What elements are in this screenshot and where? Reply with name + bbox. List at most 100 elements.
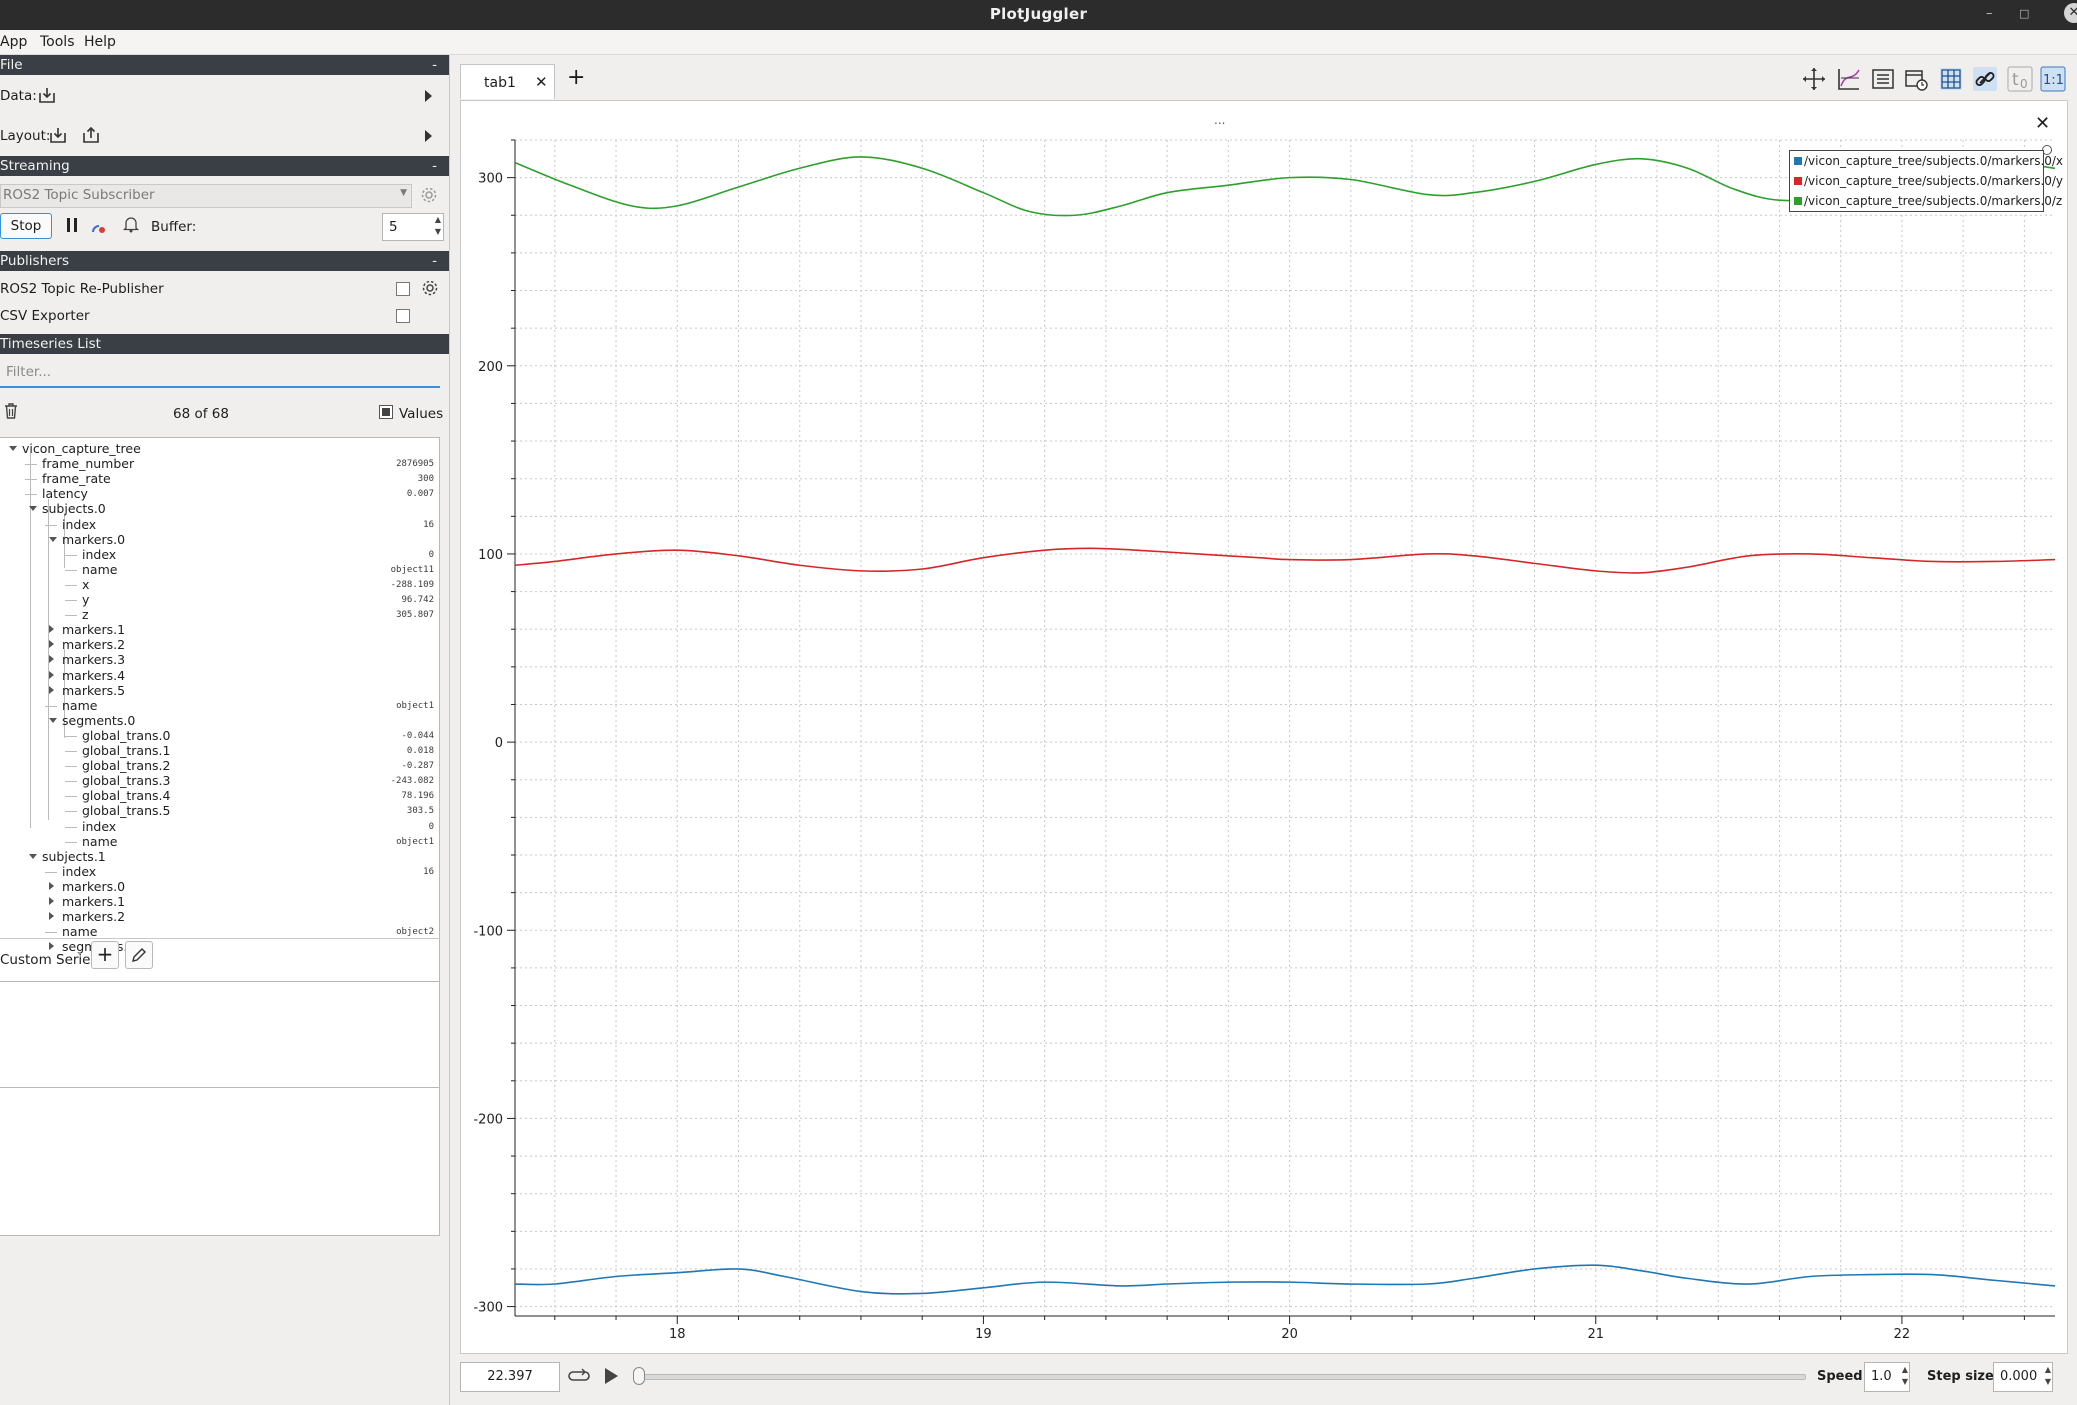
- speed-spinbox[interactable]: 1.0 ▲ ▼: [1864, 1362, 1910, 1392]
- tree-expand-icon[interactable]: [49, 912, 54, 921]
- tree-item[interactable]: markers.5: [62, 683, 125, 698]
- tree-expand-icon[interactable]: [49, 717, 57, 723]
- tree-item[interactable]: markers.1: [62, 622, 125, 637]
- tree-item[interactable]: name: [82, 834, 117, 849]
- tree-expand-icon[interactable]: [49, 536, 57, 542]
- legend-item-y[interactable]: /vicon_capture_tree/subjects.0/markers.0…: [1794, 174, 2063, 188]
- legend-item-z[interactable]: /vicon_capture_tree/subjects.0/markers.0…: [1794, 194, 2062, 208]
- tab-tab1[interactable]: tab1 ✕: [460, 64, 555, 99]
- add-custom-series-button[interactable]: +: [91, 941, 119, 969]
- minimize-icon[interactable]: –: [1986, 6, 1993, 21]
- publisher-csv-checkbox[interactable]: [396, 309, 410, 323]
- tree-item[interactable]: latency: [42, 486, 88, 501]
- tree-item[interactable]: global_trans.3: [82, 773, 170, 788]
- step-size-spinbox[interactable]: 0.000 ▲ ▼: [1993, 1362, 2053, 1392]
- ratio-1to1-icon[interactable]: 1:1: [2040, 66, 2066, 92]
- menu-help[interactable]: Help: [84, 34, 116, 50]
- tree-expand-icon[interactable]: [49, 897, 54, 905]
- tree-item[interactable]: markers.2: [62, 637, 125, 652]
- tree-item[interactable]: index: [62, 517, 96, 532]
- grid-icon[interactable]: [1938, 66, 1964, 92]
- load-layout-icon[interactable]: [49, 126, 67, 144]
- tree-expand-icon[interactable]: [29, 853, 37, 859]
- tree-item[interactable]: vicon_capture_tree: [22, 441, 141, 456]
- tree-item[interactable]: index: [62, 864, 96, 879]
- data-expand-arrow-icon[interactable]: [425, 90, 432, 102]
- trash-icon[interactable]: [2, 402, 20, 420]
- section-timeseries[interactable]: Timeseries List: [0, 334, 449, 354]
- tree-expand-icon[interactable]: [49, 655, 54, 664]
- tree-item[interactable]: markers.3: [62, 652, 125, 667]
- calendar-clock-icon[interactable]: [1903, 66, 1929, 92]
- series-line-x[interactable]: [514, 1264, 2056, 1295]
- tree-item[interactable]: segments.0: [62, 713, 135, 728]
- tree-expand-icon[interactable]: [49, 685, 54, 694]
- edit-custom-series-button[interactable]: [125, 941, 153, 969]
- tree-item[interactable]: z: [82, 607, 89, 622]
- tree-item[interactable]: name: [62, 924, 97, 939]
- tree-expand-icon[interactable]: [49, 625, 54, 634]
- tree-item[interactable]: global_trans.5: [82, 803, 170, 818]
- publisher-ros2-checkbox[interactable]: [396, 282, 410, 296]
- tree-item[interactable]: markers.1: [62, 894, 125, 909]
- streaming-settings-gear-icon[interactable]: [420, 186, 438, 204]
- loop-icon[interactable]: [567, 1366, 591, 1386]
- section-publishers[interactable]: Publishers -: [0, 251, 449, 271]
- series-line-y[interactable]: [514, 547, 2056, 574]
- save-layout-icon[interactable]: [82, 126, 100, 144]
- tree-item[interactable]: markers.0: [62, 879, 125, 894]
- zoom-out-axes-icon[interactable]: [1836, 66, 1862, 92]
- menu-app[interactable]: App: [0, 34, 27, 50]
- tree-item[interactable]: y: [82, 592, 89, 607]
- pause-icon[interactable]: [63, 216, 81, 234]
- maximize-icon[interactable]: □: [2019, 7, 2029, 20]
- legend-item-x[interactable]: /vicon_capture_tree/subjects.0/markers.0…: [1794, 154, 2063, 168]
- panel-splitter[interactable]: [449, 55, 450, 1405]
- line-chart[interactable]: 18 19 20 21 22 300 200 100 0 -100 -200 -300: [460, 100, 2066, 1352]
- tree-item[interactable]: index: [82, 819, 116, 834]
- play-icon[interactable]: [602, 1366, 620, 1386]
- tree-item[interactable]: global_trans.0: [82, 728, 170, 743]
- link-icon[interactable]: [1972, 66, 1998, 92]
- tree-expand-icon[interactable]: [9, 446, 17, 451]
- tree-item[interactable]: name: [82, 562, 117, 577]
- publisher-settings-gear-icon[interactable]: [421, 279, 439, 297]
- filter-input[interactable]: Filter...: [0, 359, 440, 388]
- buffer-spinbox[interactable]: 5 ▲ ▼: [382, 213, 444, 241]
- time-slider[interactable]: [633, 1374, 1806, 1380]
- tree-expand-icon[interactable]: [49, 670, 54, 679]
- time-slider-handle[interactable]: [633, 1367, 645, 1385]
- close-window-icon[interactable]: ✕: [2064, 3, 2077, 23]
- values-checkbox[interactable]: [379, 405, 393, 419]
- tab-close-icon[interactable]: ✕: [535, 73, 548, 91]
- tree-item[interactable]: subjects.1: [42, 849, 106, 864]
- add-tab-icon[interactable]: +: [567, 67, 585, 89]
- tree-expand-icon[interactable]: [49, 881, 54, 890]
- tree-expand-icon[interactable]: [49, 640, 54, 649]
- tree-item[interactable]: global_trans.4: [82, 788, 170, 803]
- tree-expand-icon[interactable]: [29, 506, 37, 512]
- time-field[interactable]: 22.397: [460, 1362, 560, 1392]
- tree-item[interactable]: frame_rate: [42, 471, 111, 486]
- section-file[interactable]: File -: [0, 55, 449, 75]
- time-offset-icon[interactable]: t0: [2007, 66, 2033, 92]
- tree-item[interactable]: global_trans.2: [82, 758, 170, 773]
- streaming-source-select[interactable]: ROS2 Topic Subscriber ▼: [0, 184, 412, 208]
- timeseries-tree[interactable]: vicon_capture_tree frame_number 2876905 fra…: [0, 437, 440, 1236]
- tree-item[interactable]: frame_number: [42, 456, 134, 471]
- bell-icon[interactable]: [122, 215, 140, 233]
- tree-item[interactable]: name: [62, 698, 97, 713]
- tree-item[interactable]: index: [82, 547, 116, 562]
- custom-series-list[interactable]: [0, 981, 440, 1088]
- tree-item[interactable]: markers.2: [62, 909, 125, 924]
- tree-item[interactable]: markers.0: [62, 532, 125, 547]
- tree-expand-icon[interactable]: [49, 942, 54, 951]
- tree-item[interactable]: global_trans.1: [82, 743, 170, 758]
- move-arrows-icon[interactable]: [1801, 66, 1827, 92]
- tree-item[interactable]: subjects.0: [42, 501, 106, 516]
- section-streaming[interactable]: Streaming -: [0, 156, 449, 176]
- load-data-icon[interactable]: [38, 86, 56, 104]
- layout-expand-arrow-icon[interactable]: [425, 130, 432, 142]
- stop-button[interactable]: Stop: [0, 213, 52, 239]
- list-icon[interactable]: [1870, 66, 1896, 92]
